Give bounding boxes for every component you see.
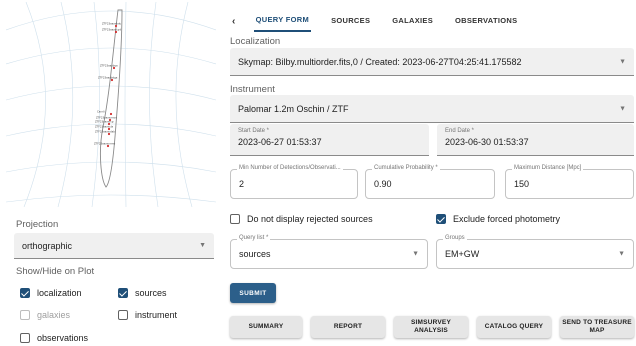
- min-detections-label: Min Number of Detections/Observati...: [237, 165, 343, 171]
- tab-sources[interactable]: SOURCES: [329, 12, 372, 31]
- checkbox-icon[interactable]: [20, 333, 30, 343]
- tab-observations[interactable]: OBSERVATIONS: [453, 12, 519, 31]
- max-distance-field[interactable]: Maximum Distance [Mpc] 150: [505, 165, 634, 199]
- end-date-label: End Date *: [445, 128, 475, 134]
- dropdown-arrow-icon: ▼: [619, 58, 626, 65]
- source-marker-label: ZTF23aaxxrcp: [95, 120, 114, 124]
- projection-value: orthographic: [22, 240, 73, 251]
- projection-label: Projection: [16, 219, 59, 230]
- report-button[interactable]: REPORT: [311, 316, 385, 338]
- end-date-value: 2023-06-30 01:53:37: [445, 137, 529, 147]
- instrument-label: Instrument: [230, 84, 275, 95]
- check-reject-sources[interactable]: Do not display rejected sources: [230, 211, 373, 227]
- source-marker-label: ZTF23aaxbya: [100, 64, 118, 68]
- show-hide-label: Show/Hide on Plot: [16, 266, 95, 277]
- check-observations-label: observations: [37, 333, 89, 343]
- checkbox-icon[interactable]: [20, 288, 30, 298]
- skymap-graticule: [6, 2, 216, 207]
- dropdown-arrow-icon: ▼: [618, 250, 625, 258]
- dropdown-arrow-icon: ▼: [199, 242, 206, 249]
- cumulative-probability-value: 0.90: [374, 179, 392, 189]
- source-markers: ZTF23aaxxkdu ZTF23aaxxcyd ZTF23aaxbya ZTF23…: [94, 22, 122, 148]
- localization-select[interactable]: Skymap: Bilby.multiorder.fits,0 / Create…: [230, 48, 634, 76]
- cumulative-probability-field[interactable]: Cumulative Probability * 0.90: [365, 165, 495, 199]
- instrument-value: Palomar 1.2m Oschin / ZTF: [238, 103, 349, 114]
- source-marker-label: ZTF23aaxxolab: [95, 130, 115, 134]
- forced-photometry-label: Exclude forced photometry: [453, 214, 561, 224]
- submit-button[interactable]: SUBMIT: [230, 283, 276, 303]
- check-localization-label: localization: [37, 288, 82, 298]
- localization-value: Skymap: Bilby.multiorder.fits,0 / Create…: [238, 56, 522, 67]
- end-date-field[interactable]: End Date * 2023-06-30 01:53:37: [437, 124, 634, 156]
- source-marker-label: ZTF23aaxbdga: [98, 76, 118, 80]
- simsurvey-analysis-button[interactable]: SIMSURVEY ANALYSIS: [394, 316, 468, 338]
- reject-sources-label: Do not display rejected sources: [247, 214, 373, 224]
- min-detections-field[interactable]: Min Number of Detections/Observati... 2: [230, 165, 358, 199]
- checkbox-icon[interactable]: [230, 214, 240, 224]
- projection-select[interactable]: orthographic ▼: [14, 233, 214, 259]
- max-distance-value: 150: [514, 179, 530, 189]
- start-date-field[interactable]: Start Date * 2023-06-27 01:53:37: [230, 124, 429, 156]
- source-marker-label: ZTF23aaxxxnon: [96, 116, 117, 120]
- min-detections-value: 2: [239, 179, 245, 189]
- dropdown-arrow-icon: ▼: [412, 250, 419, 258]
- dropdown-arrow-icon: ▼: [619, 105, 626, 112]
- cumulative-probability-label: Cumulative Probability *: [372, 165, 440, 171]
- source-marker-label: ZTF23aaxxnrmo: [94, 142, 116, 146]
- source-marker-label: ZTF23aaxxcla: [95, 125, 114, 129]
- tab-bar: ‹ QUERY FORM SOURCES GALAXIES OBSERVATIO…: [232, 10, 519, 32]
- summary-button[interactable]: SUMMARY: [230, 316, 302, 338]
- check-galaxies-label: galaxies: [37, 310, 71, 320]
- source-marker-label: ZTF23aaxxcyd: [102, 28, 121, 32]
- localization-label: Localization: [230, 36, 281, 47]
- send-to-treasure-map-button[interactable]: SEND TO TREASURE MAP: [560, 316, 634, 338]
- check-instrument[interactable]: instrument: [118, 307, 177, 323]
- max-distance-label: Maximum Distance [Mpc]: [512, 165, 584, 171]
- skymap-plot[interactable]: ZTF23aaxxkdu ZTF23aaxxcyd ZTF23aaxbya ZTF23…: [6, 2, 216, 207]
- check-instrument-label: instrument: [135, 310, 178, 320]
- groups-select[interactable]: Groups EM+GW ▼: [436, 235, 634, 269]
- instrument-select[interactable]: Palomar 1.2m Oschin / ZTF ▼: [230, 95, 634, 123]
- source-marker-label: Candi: [97, 110, 105, 114]
- checkbox-icon[interactable]: [118, 288, 128, 298]
- start-date-value: 2023-06-27 01:53:37: [238, 137, 322, 147]
- groups-value: EM+GW: [445, 249, 480, 259]
- catalog-query-button[interactable]: CATALOG QUERY: [477, 316, 551, 338]
- tab-galaxies[interactable]: GALAXIES: [390, 12, 435, 31]
- query-list-label: Query list *: [237, 235, 271, 241]
- source-marker-label: ZTF23aaxxkdu: [102, 22, 122, 26]
- query-list-value: sources: [239, 249, 271, 259]
- check-sources-label: sources: [135, 288, 167, 298]
- check-localization[interactable]: localization: [20, 285, 82, 301]
- check-observations[interactable]: observations: [20, 330, 88, 346]
- check-sources[interactable]: sources: [118, 285, 167, 301]
- check-forced-photometry[interactable]: Exclude forced photometry: [436, 211, 560, 227]
- tab-query-form[interactable]: QUERY FORM: [253, 11, 312, 32]
- start-date-label: Start Date *: [238, 128, 270, 134]
- back-chevron-icon[interactable]: ‹: [232, 16, 236, 27]
- groups-label: Groups: [443, 235, 467, 241]
- localization-contour: [99, 9, 123, 188]
- checkbox-icon[interactable]: [20, 310, 30, 320]
- checkbox-icon[interactable]: [436, 214, 446, 224]
- source-marker[interactable]: [109, 112, 113, 116]
- checkbox-icon[interactable]: [118, 310, 128, 320]
- query-list-select[interactable]: Query list * sources ▼: [230, 235, 428, 269]
- check-galaxies[interactable]: galaxies: [20, 307, 70, 323]
